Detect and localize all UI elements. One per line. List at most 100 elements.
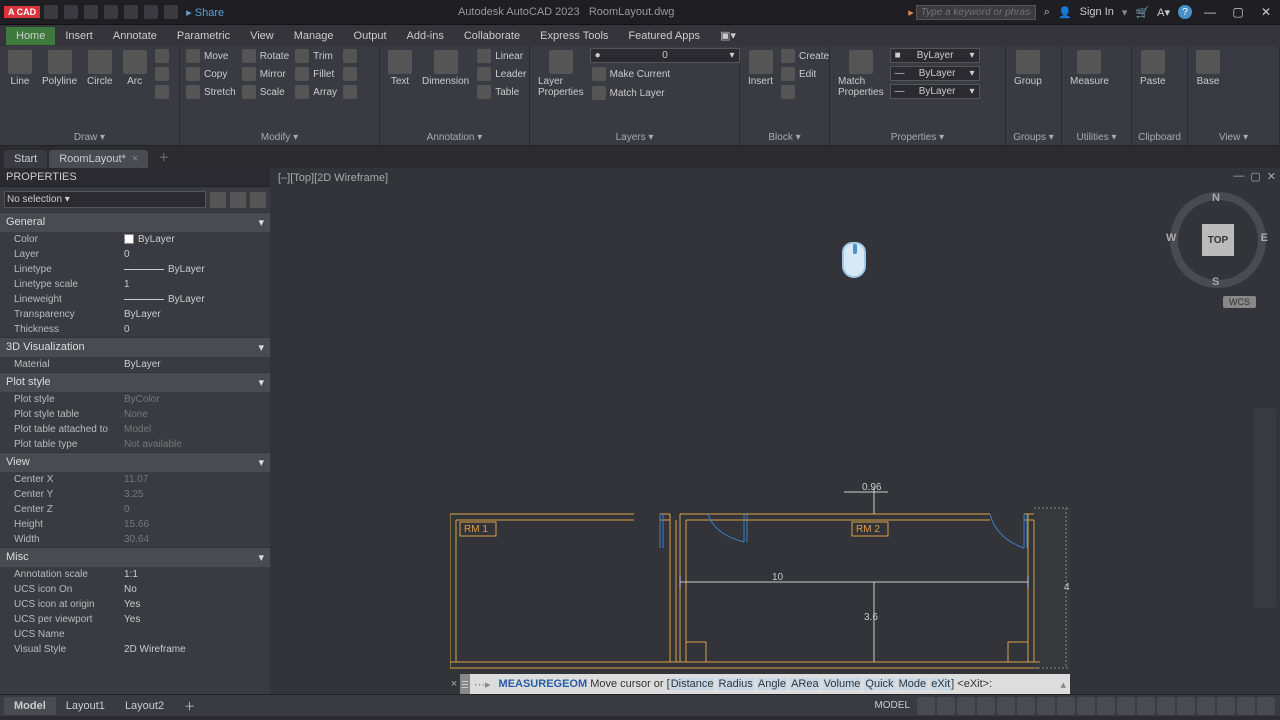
status-transparency-icon[interactable] [1057, 697, 1075, 715]
status-grid-icon[interactable] [917, 697, 935, 715]
prop-ucs-per-viewport[interactable]: Yes [124, 614, 270, 625]
make-current-button[interactable]: Make Current [590, 66, 740, 82]
tab-featuredapps[interactable]: Featured Apps [618, 27, 710, 45]
paste-button[interactable]: Paste [1136, 48, 1170, 89]
prop-color[interactable]: ByLayer [124, 234, 270, 245]
prop-width[interactable]: 30.64 [124, 534, 270, 545]
prop-thickness[interactable]: 0 [124, 324, 270, 335]
panel-label-block[interactable]: Block ▾ [744, 130, 825, 145]
text-button[interactable]: Text [384, 48, 416, 89]
viewcube-west[interactable]: W [1166, 232, 1176, 244]
lineweight-selector[interactable]: — ByLayer▾ [890, 66, 980, 81]
close-doc-icon[interactable]: × [132, 153, 138, 165]
status-hardware-icon[interactable] [1217, 697, 1235, 715]
status-units-icon[interactable] [1157, 697, 1175, 715]
prop-lineweight[interactable]: ByLayer [124, 294, 270, 305]
status-cycling-icon[interactable] [1077, 697, 1095, 715]
prop-centerx[interactable]: 11.07 [124, 474, 270, 485]
vp-minimize-icon[interactable]: — [1233, 170, 1244, 183]
dimension-button[interactable]: Dimension [418, 48, 473, 89]
pickadd-icon[interactable] [250, 192, 266, 208]
draw-extra-1[interactable] [153, 48, 171, 64]
prop-layer[interactable]: 0 [124, 249, 270, 260]
edit-block-button[interactable]: Edit [779, 66, 831, 82]
status-cleanscreen-icon[interactable] [1237, 697, 1255, 715]
mirror-button[interactable]: Mirror [240, 66, 291, 82]
arc-button[interactable]: Arc [119, 48, 151, 89]
prop-ucsicon-origin[interactable]: Yes [124, 599, 270, 610]
cmdline-history-icon[interactable]: ▴ [1056, 678, 1070, 691]
panel-label-properties[interactable]: Properties ▾ [834, 130, 1001, 145]
linear-button[interactable]: Linear [475, 48, 528, 64]
cmdline-drag-handle[interactable] [460, 674, 470, 694]
tab-expresstools[interactable]: Express Tools [530, 27, 618, 45]
share-button[interactable]: ▸ Share [186, 6, 224, 19]
block-extra[interactable] [779, 84, 831, 100]
vp-close-icon[interactable]: ✕ [1267, 170, 1276, 183]
status-isolate-icon[interactable] [1197, 697, 1215, 715]
prop-ltscale[interactable]: 1 [124, 279, 270, 290]
user-icon[interactable]: 👤 [1058, 6, 1072, 19]
saveas-icon[interactable] [104, 5, 118, 19]
section-misc[interactable]: Misc▾ [0, 547, 270, 567]
modify-extra-1[interactable] [341, 48, 359, 64]
viewcube-south[interactable]: S [1212, 276, 1219, 288]
section-3dvis[interactable]: 3D Visualization▾ [0, 337, 270, 357]
move-button[interactable]: Move [184, 48, 238, 64]
new-icon[interactable] [44, 5, 58, 19]
tab-parametric[interactable]: Parametric [167, 27, 240, 45]
tab-more-icon[interactable]: ▣▾ [710, 26, 746, 45]
help-search-input[interactable] [916, 5, 1036, 20]
command-line[interactable]: ⋯▸ MEASUREGEOM Move cursor or [Distance … [470, 674, 1070, 694]
status-polar-icon[interactable] [977, 697, 995, 715]
tab-document[interactable]: RoomLayout*× [49, 150, 148, 168]
tab-insert[interactable]: Insert [55, 27, 103, 45]
maximize-button[interactable]: ▢ [1228, 5, 1248, 19]
measure-button[interactable]: Measure [1066, 48, 1113, 89]
line-button[interactable]: Line [4, 48, 36, 89]
quick-select-icon[interactable] [210, 192, 226, 208]
prop-height[interactable]: 15.66 [124, 519, 270, 530]
viewcube-east[interactable]: E [1261, 232, 1268, 244]
tab-view[interactable]: View [240, 27, 284, 45]
plot-icon[interactable] [124, 5, 138, 19]
select-objects-icon[interactable] [230, 192, 246, 208]
status-otrack-icon[interactable] [1017, 697, 1035, 715]
minimize-button[interactable]: — [1200, 5, 1220, 19]
undo-icon[interactable] [144, 5, 158, 19]
help-icon[interactable]: ? [1178, 5, 1192, 19]
circle-button[interactable]: Circle [83, 48, 117, 89]
prop-ucsicon-on[interactable]: No [124, 584, 270, 595]
create-block-button[interactable]: Create [779, 48, 831, 64]
add-tab-button[interactable]: ＋ [150, 146, 177, 168]
prop-centerz[interactable]: 0 [124, 504, 270, 515]
cmdline-close-icon[interactable]: × [448, 674, 460, 694]
scale-button[interactable]: Scale [240, 84, 291, 100]
viewport-label[interactable]: [–][Top][2D Wireframe] [278, 172, 388, 184]
group-button[interactable]: Group [1010, 48, 1046, 89]
color-selector[interactable]: ■ ByLayer▾ [890, 48, 980, 63]
panel-label-utilities[interactable]: Utilities ▾ [1066, 130, 1127, 145]
close-button[interactable]: ✕ [1256, 5, 1276, 19]
status-annomonitor-icon[interactable] [1137, 697, 1155, 715]
prop-visual-style[interactable]: 2D Wireframe [124, 644, 270, 655]
signin-button[interactable]: Sign In [1080, 6, 1114, 18]
panel-label-modify[interactable]: Modify ▾ [184, 130, 375, 145]
status-model-label[interactable]: MODEL [874, 700, 910, 711]
open-icon[interactable] [64, 5, 78, 19]
status-osnap-icon[interactable] [997, 697, 1015, 715]
modify-extra-2[interactable] [341, 66, 359, 82]
status-snap-icon[interactable] [937, 697, 955, 715]
save-icon[interactable] [84, 5, 98, 19]
drawing-canvas[interactable]: — ▢ ✕ [–][Top][2D Wireframe] TOP N S E W… [270, 168, 1280, 694]
table-button[interactable]: Table [475, 84, 528, 100]
linetype-selector[interactable]: — ByLayer▾ [890, 84, 980, 99]
tab-output[interactable]: Output [344, 27, 397, 45]
section-general[interactable]: General▾ [0, 212, 270, 232]
modify-extra-3[interactable] [341, 84, 359, 100]
section-plotstyle[interactable]: Plot style▾ [0, 372, 270, 392]
panel-label-draw[interactable]: Draw ▾ [4, 130, 175, 145]
insert-block-button[interactable]: Insert [744, 48, 777, 89]
panel-label-annotation[interactable]: Annotation ▾ [384, 130, 525, 145]
trim-button[interactable]: Trim [293, 48, 339, 64]
